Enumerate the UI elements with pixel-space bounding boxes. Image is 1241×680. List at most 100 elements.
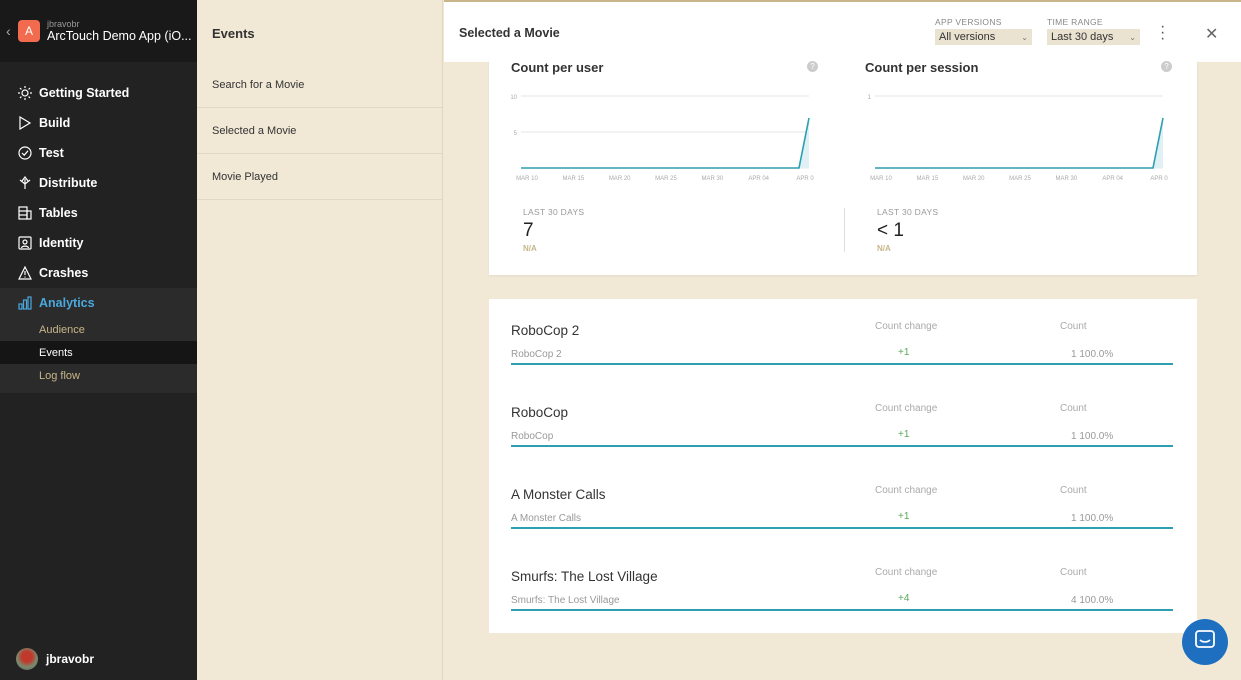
stat-change: N/A	[523, 244, 537, 253]
nav-label: Tables	[39, 206, 78, 220]
identity-icon	[16, 235, 33, 252]
help-icon[interactable]: ?	[807, 61, 818, 72]
page-title: Selected a Movie	[459, 26, 560, 40]
event-item[interactable]: Selected a Movie	[197, 108, 442, 154]
x-tick-label: MAR 15	[916, 176, 938, 182]
nav-identity[interactable]: Identity	[0, 228, 197, 258]
analytics-submenu: Audience Events Log flow	[0, 318, 197, 393]
close-icon[interactable]: ✕	[1205, 24, 1218, 44]
y-tick-label: 5	[514, 131, 518, 137]
x-tick-label: APR 04	[748, 176, 769, 182]
sidebar: ‹ A jbravobr ArcTouch Demo App (iO... Ge…	[0, 0, 197, 680]
back-chevron-icon[interactable]: ‹	[6, 23, 18, 39]
count-value: 4 100.0%	[1071, 595, 1114, 606]
stat-change: N/A	[877, 244, 891, 253]
x-tick-label: MAR 20	[963, 176, 985, 182]
x-tick-label: APR 0	[796, 176, 814, 182]
x-tick-label: APR 04	[1102, 176, 1123, 182]
distribute-icon	[16, 175, 33, 192]
table-icon	[16, 205, 33, 222]
time-range-filter[interactable]: TIME RANGE Last 30 days ⌄	[1047, 17, 1140, 45]
chat-button[interactable]	[1182, 619, 1228, 665]
nav-label: Analytics	[39, 296, 95, 310]
count-bar	[511, 609, 1173, 611]
event-detail-panel: Selected a Movie APP VERSIONS All versio…	[444, 0, 1241, 680]
count-change: +1	[898, 347, 910, 358]
property-value: RoboCop	[511, 431, 554, 442]
x-tick-label: MAR 15	[562, 176, 584, 182]
nav-label: Getting Started	[39, 86, 130, 100]
app-versions-label: APP VERSIONS	[935, 17, 1002, 27]
time-range-label: TIME RANGE	[1047, 17, 1103, 27]
event-item[interactable]: Movie Played	[197, 154, 442, 200]
property-name: Smurfs: The Lost Village	[511, 569, 658, 584]
list-item[interactable]: A Monster Calls Count change Count A Mon…	[511, 463, 1173, 531]
nav-label: Distribute	[39, 176, 98, 190]
nav-label: Crashes	[39, 266, 89, 280]
more-options-icon[interactable]: · · ·	[1160, 19, 1165, 47]
time-range-value: Last 30 days	[1051, 31, 1114, 43]
stat-caption: LAST 30 DAYS	[877, 207, 939, 217]
nav-crashes[interactable]: Crashes	[0, 258, 197, 288]
stat-title: Count per user	[511, 60, 604, 75]
stats-card: Count per user ? 10 5 MAR 10 MAR 15 MAR 20 MA…	[489, 58, 1197, 275]
series-line	[875, 117, 1164, 169]
x-tick-label: MAR 30	[701, 176, 723, 182]
list-item[interactable]: RoboCop Count change Count RoboCop +1 1 …	[511, 381, 1173, 449]
app-name: ArcTouch Demo App (iO...	[47, 29, 192, 43]
app-icon: A	[18, 20, 40, 42]
count-per-user-chart: 10 5 MAR 10 MAR 15 MAR 20 MAR 25 MAR 30 APR 04 A…	[511, 95, 814, 182]
count-value: 1 100.0%	[1071, 349, 1114, 360]
avatar	[16, 648, 38, 670]
detail-header: Selected a Movie APP VERSIONS All versio…	[444, 0, 1241, 62]
count-bar	[511, 527, 1173, 529]
warning-icon	[16, 265, 33, 282]
subnav-events[interactable]: Events	[0, 341, 197, 364]
sun-icon	[16, 85, 33, 102]
list-item[interactable]: Smurfs: The Lost Village Count change Co…	[511, 545, 1173, 613]
time-range-select[interactable]: Last 30 days ⌄	[1047, 29, 1140, 45]
x-tick-label: MAR 25	[655, 176, 677, 182]
x-tick-label: MAR 20	[609, 176, 631, 182]
x-tick-label: MAR 10	[516, 176, 538, 182]
nav-distribute[interactable]: Distribute	[0, 168, 197, 198]
subnav-audience[interactable]: Audience	[0, 318, 197, 341]
count-value: 1 100.0%	[1071, 513, 1114, 524]
chat-icon	[1194, 629, 1216, 656]
check-circle-icon	[16, 145, 33, 162]
app-versions-select[interactable]: All versions ⌄	[935, 29, 1032, 45]
nav-tables[interactable]: Tables	[0, 198, 197, 228]
nav-test[interactable]: Test	[0, 138, 197, 168]
list-item[interactable]: RoboCop 2 Count change Count RoboCop 2 +…	[511, 299, 1173, 367]
count-header: Count	[1060, 485, 1087, 496]
events-list-panel: Events Search for a Movie Selected a Mov…	[197, 0, 443, 680]
app-versions-value: All versions	[939, 31, 996, 43]
chevron-down-icon: ⌄	[1129, 32, 1136, 42]
y-tick-label: 10	[511, 95, 518, 101]
property-value: A Monster Calls	[511, 513, 582, 524]
subnav-log-flow[interactable]: Log flow	[0, 364, 197, 387]
count-header: Count	[1060, 567, 1087, 578]
app-owner: jbravobr	[47, 19, 80, 29]
app-header[interactable]: ‹ A jbravobr ArcTouch Demo App (iO...	[0, 0, 197, 62]
app-versions-filter[interactable]: APP VERSIONS All versions ⌄	[935, 17, 1032, 45]
nav-label: Test	[39, 146, 64, 160]
count-change: +1	[898, 511, 910, 522]
stat-value: 7	[523, 220, 534, 241]
y-tick-label: 1	[868, 95, 872, 101]
bar-chart-icon	[16, 295, 33, 312]
property-name: RoboCop	[511, 405, 569, 420]
nav-getting-started[interactable]: Getting Started	[0, 78, 197, 108]
nav-build[interactable]: Build	[0, 108, 197, 138]
count-change-header: Count change	[875, 403, 938, 414]
nav-analytics[interactable]: Analytics	[0, 288, 197, 318]
count-per-session-chart: 1 MAR 10 MAR 15 MAR 20 MAR 25 MAR 30 APR 04 APR…	[868, 95, 1169, 182]
help-icon[interactable]: ?	[1161, 61, 1172, 72]
chevron-down-icon: ⌄	[1021, 32, 1028, 42]
count-bar	[511, 363, 1173, 365]
count-change-header: Count change	[875, 321, 938, 332]
event-item[interactable]: Search for a Movie	[197, 62, 442, 108]
user-profile[interactable]: jbravobr	[16, 648, 94, 670]
stat-title: Count per session	[865, 60, 979, 75]
property-value: Smurfs: The Lost Village	[511, 595, 620, 606]
